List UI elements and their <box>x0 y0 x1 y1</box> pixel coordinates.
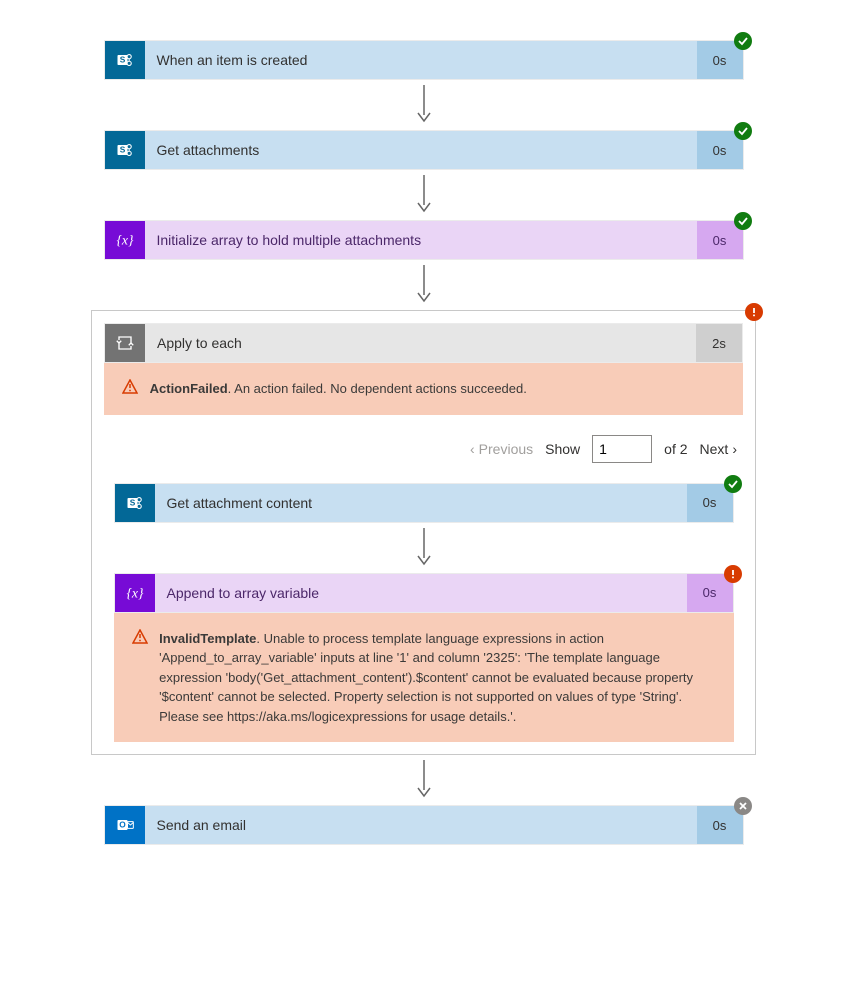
warning-icon <box>132 629 148 645</box>
loop-icon <box>105 324 145 362</box>
step-title: Get attachment content <box>155 484 687 522</box>
sharepoint-icon: S <box>105 131 145 169</box>
loop-apply-to-each[interactable]: Apply to each 2s ActionFailed. An action… <box>91 310 756 755</box>
error-code: InvalidTemplate <box>159 631 256 646</box>
flow-arrow-icon <box>415 755 433 805</box>
prev-button[interactable]: ‹Previous <box>470 441 533 457</box>
error-badge-icon <box>745 303 763 321</box>
step-title: Append to array variable <box>155 574 687 612</box>
error-message-append: InvalidTemplate. Unable to process templ… <box>114 613 734 743</box>
error-code: ActionFailed <box>150 381 228 396</box>
page-input[interactable] <box>592 435 652 463</box>
svg-text:{x}: {x} <box>126 585 144 600</box>
loop-header[interactable]: Apply to each 2s <box>104 323 743 363</box>
step-title: Get attachments <box>145 131 697 169</box>
outlook-icon: O <box>105 806 145 844</box>
svg-text:O: O <box>119 820 126 830</box>
skipped-badge-icon <box>734 797 752 815</box>
step-duration: 2s <box>696 324 742 362</box>
chevron-right-icon: › <box>732 441 737 457</box>
prev-label: Previous <box>479 441 533 457</box>
svg-text:S: S <box>129 497 135 507</box>
error-badge-icon <box>724 565 742 583</box>
success-badge-icon <box>734 32 752 50</box>
flow-arrow-icon <box>415 260 433 310</box>
sharepoint-icon: S <box>115 484 155 522</box>
svg-text:S: S <box>119 55 125 65</box>
flow-arrow-icon <box>415 523 433 573</box>
trigger-item-created[interactable]: S When an item is created 0s <box>104 40 744 80</box>
svg-text:{x}: {x} <box>116 233 134 248</box>
flow-arrow-icon <box>415 170 433 220</box>
success-badge-icon <box>724 475 742 493</box>
step-title: Apply to each <box>145 324 696 362</box>
action-initialize-array[interactable]: {x} Initialize array to hold multiple at… <box>104 220 744 260</box>
of-label: of 2 <box>664 441 687 457</box>
action-append-to-array[interactable]: {x} Append to array variable 0s <box>114 573 734 613</box>
error-text: . An action failed. No dependent actions… <box>228 381 527 396</box>
variable-icon: {x} <box>115 574 155 612</box>
sharepoint-icon: S <box>105 41 145 79</box>
action-get-attachment-content[interactable]: S Get attachment content 0s <box>114 483 734 523</box>
variable-icon: {x} <box>105 221 145 259</box>
action-send-email[interactable]: O Send an email 0s <box>104 805 744 845</box>
step-title: Initialize array to hold multiple attach… <box>145 221 697 259</box>
error-message-loop: ActionFailed. An action failed. No depen… <box>104 363 743 415</box>
warning-icon <box>122 379 138 395</box>
step-title: When an item is created <box>145 41 697 79</box>
action-get-attachments[interactable]: S Get attachments 0s <box>104 130 744 170</box>
svg-text:S: S <box>119 145 125 155</box>
show-label: Show <box>545 441 580 457</box>
flow-arrow-icon <box>415 80 433 130</box>
next-label: Next <box>700 441 729 457</box>
loop-pagination: ‹Previous Show of 2 Next› <box>104 415 743 483</box>
step-title: Send an email <box>145 806 697 844</box>
success-badge-icon <box>734 212 752 230</box>
success-badge-icon <box>734 122 752 140</box>
next-button[interactable]: Next› <box>700 441 737 457</box>
chevron-left-icon: ‹ <box>470 441 475 457</box>
